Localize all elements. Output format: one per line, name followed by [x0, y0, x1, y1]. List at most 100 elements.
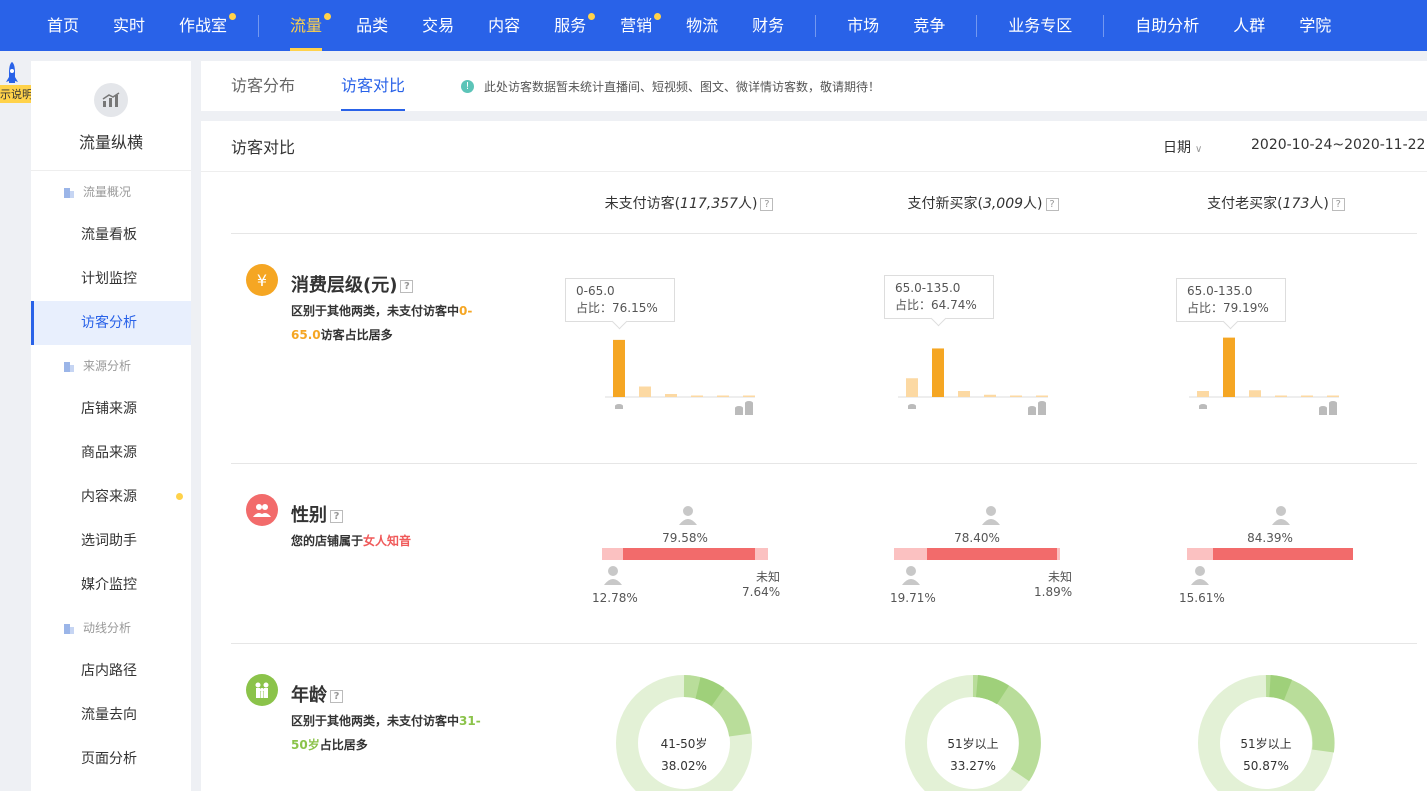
chart-bar[interactable]: [1223, 337, 1235, 397]
consumption-bar-chart-unpaid: [605, 339, 755, 415]
coins-stack-icon: [1028, 401, 1046, 415]
column-label: 支付老买家(: [1207, 196, 1283, 212]
sidebar-item-shop-source[interactable]: 店铺来源: [31, 387, 191, 431]
sidebar-item-product-source[interactable]: 商品来源: [31, 431, 191, 475]
nav-warroom-label: 作战室: [179, 16, 228, 35]
column-header-new-buyer: 支付新买家(3,009人)?: [843, 193, 1123, 213]
notification-dot: [588, 13, 596, 20]
nav-logistics[interactable]: 物流: [669, 0, 735, 51]
unknown-percent: 1.89%: [1034, 585, 1073, 599]
nav-competition[interactable]: 竞争: [896, 0, 962, 51]
chart-bar[interactable]: [1036, 395, 1048, 398]
people-icon: [246, 494, 278, 526]
nav-academy[interactable]: 学院: [1282, 0, 1348, 51]
sidebar-item-label: 内容来源: [81, 489, 137, 505]
section-title-text: 年龄: [291, 685, 327, 706]
chart-bar[interactable]: [691, 395, 703, 398]
donut-value: 38.02%: [661, 759, 707, 773]
nav-divider: [1103, 14, 1105, 37]
chart-bar[interactable]: [958, 391, 970, 397]
nav-service-label: 服务: [554, 16, 587, 35]
chart-bar[interactable]: [932, 348, 944, 397]
nav-traffic-label: 流量: [290, 16, 323, 35]
gender-bar-female: [623, 548, 755, 560]
donut-label: 51岁以上: [1240, 737, 1292, 751]
sidebar-item-plan-monitor[interactable]: 计划监控: [31, 257, 191, 301]
chart-bar[interactable]: [665, 394, 677, 397]
tab-visitor-compare[interactable]: 访客对比: [341, 61, 406, 111]
chart-bar[interactable]: [984, 394, 996, 397]
help-icon[interactable]: ?: [330, 509, 343, 523]
gender-chart-old: 84.39% 15.61%: [1179, 503, 1387, 613]
gender-bar-female: [927, 548, 1057, 560]
sidebar-item-store-path[interactable]: 店内路径: [31, 649, 191, 693]
chart-bar[interactable]: [743, 395, 755, 398]
nav-business-zone[interactable]: 业务专区: [991, 0, 1089, 51]
help-icon[interactable]: ?: [400, 279, 414, 293]
section-desc-age: 区别于其他两类，未支付访客中31-50岁占比居多: [291, 709, 491, 757]
nav-service[interactable]: 服务: [537, 0, 603, 51]
help-tag[interactable]: 示说明: [0, 85, 35, 103]
sidebar-item-keyword-helper[interactable]: 选词助手: [31, 519, 191, 563]
sidebar-item-media-monitor[interactable]: 媒介监控: [31, 563, 191, 607]
sidebar-item-traffic-board[interactable]: 流量看板: [31, 213, 191, 257]
male-icon: [902, 566, 920, 585]
nav-divider: [258, 14, 260, 37]
date-range: 2020-10-24~2020-11-22: [1251, 137, 1426, 153]
sidebar-item-traffic-exit[interactable]: 流量去向: [31, 693, 191, 737]
sidebar-group-label: 来源分析: [83, 359, 132, 373]
nav-self-analysis[interactable]: 自助分析: [1118, 0, 1216, 51]
divider: [231, 463, 1417, 464]
chart-bar[interactable]: [1249, 390, 1261, 397]
desc-post: 访客占比居多: [320, 328, 393, 342]
building-icon: [64, 362, 74, 372]
notification-dot: [229, 13, 237, 20]
section-title-text: 消费层级(元): [291, 275, 398, 296]
rocket-icon[interactable]: 示说明: [0, 61, 35, 103]
nav-finance[interactable]: 财务: [735, 0, 801, 51]
sidebar-brand: 流量纵横: [31, 61, 191, 171]
nav-realtime[interactable]: 实时: [96, 0, 162, 51]
help-icon[interactable]: ?: [330, 689, 343, 703]
chart-bar[interactable]: [639, 386, 651, 398]
chart-bar[interactable]: [613, 339, 625, 397]
chart-bar[interactable]: [906, 378, 918, 397]
tooltip-ratio: 占比：64.74%: [895, 298, 977, 312]
nav-traffic[interactable]: 流量: [273, 0, 339, 51]
chart-bar[interactable]: [1327, 395, 1339, 398]
consumption-bar-chart-old: [1189, 337, 1339, 415]
main-panel: 访客对比 日期 ∨ 2020-10-24~2020-11-22 未支付访客(117…: [201, 121, 1427, 791]
nav-category[interactable]: 品类: [339, 0, 405, 51]
sidebar-item-visitor-analysis[interactable]: 访客分析: [31, 301, 191, 345]
help-icon[interactable]: ?: [760, 197, 774, 211]
chart-bar[interactable]: [1010, 395, 1022, 398]
sidebar-item-page-analysis[interactable]: 页面分析: [31, 737, 191, 781]
female-icon: [1272, 506, 1290, 525]
nav-divider: [815, 14, 817, 37]
column-suffix: 人): [737, 196, 758, 212]
gender-bar-male: [602, 548, 623, 560]
nav-trade[interactable]: 交易: [405, 0, 471, 51]
gender-bar: [1187, 548, 1353, 560]
nav-crowd[interactable]: 人群: [1216, 0, 1282, 51]
left-strip: 示说明: [0, 51, 35, 791]
nav-market[interactable]: 市场: [830, 0, 896, 51]
chart-bar[interactable]: [1197, 391, 1209, 397]
nav-content[interactable]: 内容: [471, 0, 537, 51]
section-title-age: 年龄?: [291, 681, 343, 707]
chart-bar[interactable]: [717, 395, 729, 398]
date-selector[interactable]: 日期 ∨: [1163, 137, 1202, 157]
yuan-icon: ¥: [246, 264, 278, 296]
help-icon[interactable]: ?: [1045, 197, 1059, 211]
male-percent: 15.61%: [1179, 591, 1225, 605]
column-suffix: 人): [1023, 196, 1043, 212]
nav-home[interactable]: 首页: [30, 0, 96, 51]
sidebar-item-content-source[interactable]: 内容来源: [31, 475, 191, 519]
nav-marketing[interactable]: 营销: [603, 0, 669, 51]
help-icon[interactable]: ?: [1331, 197, 1345, 211]
tab-visitor-distribution[interactable]: 访客分布: [231, 61, 295, 111]
chart-bar[interactable]: [1301, 395, 1313, 398]
consumption-tooltip: 65.0-135.0 占比：64.74%: [884, 275, 994, 319]
chart-bar[interactable]: [1275, 395, 1287, 398]
nav-warroom[interactable]: 作战室: [162, 0, 244, 51]
